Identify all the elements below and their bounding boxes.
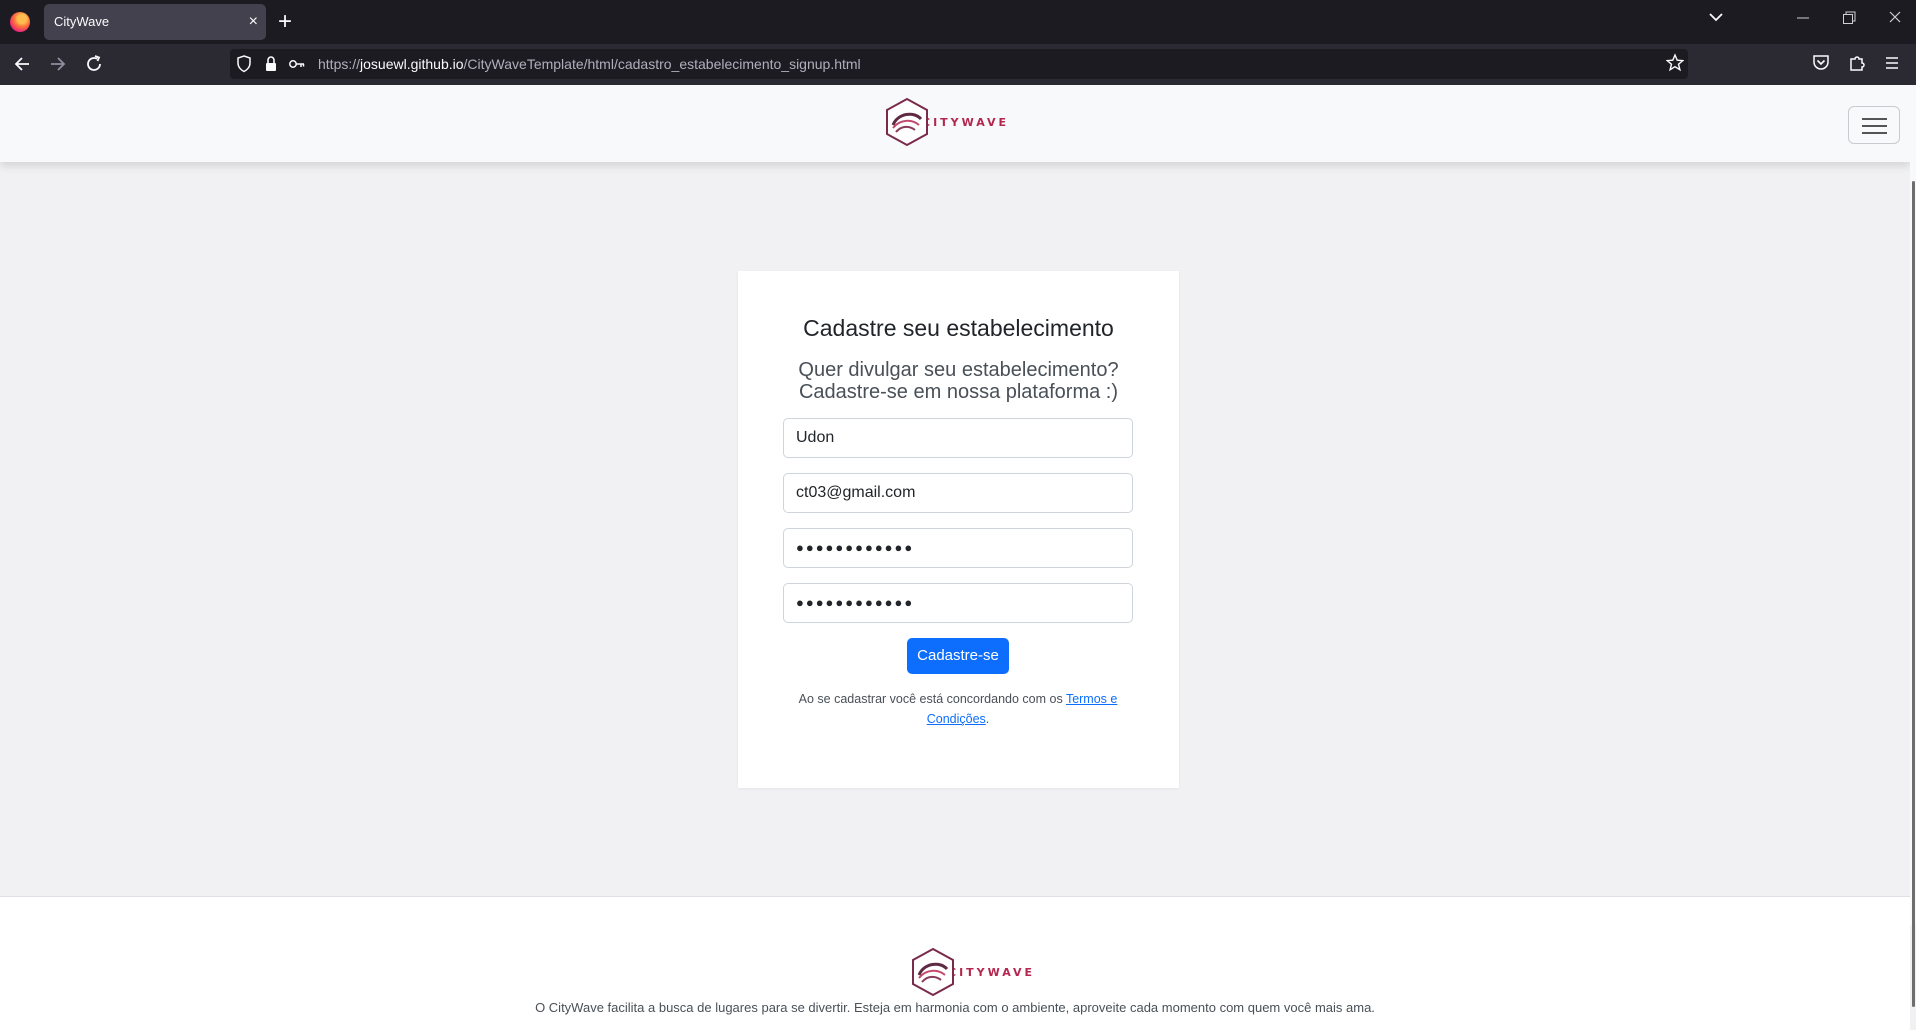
email-field[interactable]: ct03@gmail.com [783, 473, 1133, 513]
url-text[interactable]: https://josuewl.github.io/CityWaveTempla… [318, 49, 861, 79]
address-bar[interactable]: https://josuewl.github.io/CityWaveTempla… [230, 49, 1688, 79]
hamburger-line [1862, 118, 1887, 120]
site-header: CITYWAVE [0, 85, 1910, 162]
reload-icon[interactable] [80, 50, 108, 86]
footer-logo[interactable]: CITYWAVE [910, 947, 1035, 997]
terms-notice: Ao se cadastrar você está concordando co… [783, 689, 1133, 729]
browser-tab-bar: CityWave × + [0, 0, 1916, 44]
password-field[interactable]: ●●●●●●●●●●●● [783, 528, 1133, 568]
browser-tab[interactable]: CityWave × [44, 4, 266, 40]
citywave-hexagon-icon [884, 97, 930, 147]
browser-nav-bar: https://josuewl.github.io/CityWaveTempla… [0, 44, 1916, 85]
bookmark-star-icon[interactable] [1665, 52, 1685, 79]
form-subtitle-line1: Quer divulgar seu estabelecimento? [798, 359, 1119, 381]
footer-description: O CityWave facilita a busca de lugares p… [535, 1000, 1375, 1015]
back-arrow-icon[interactable] [8, 50, 36, 86]
extensions-icon[interactable] [1848, 52, 1866, 79]
confirm-password-field[interactable]: ●●●●●●●●●●●● [783, 583, 1133, 623]
app-menu-icon[interactable] [1884, 52, 1900, 79]
scrollbar-thumb[interactable] [1912, 181, 1915, 1007]
restore-icon[interactable] [1842, 8, 1856, 33]
form-subtitle: Quer divulgar seu estabelecimento? Cadas… [738, 359, 1179, 403]
tab-title: CityWave [54, 14, 110, 29]
firefox-logo-icon [10, 12, 30, 32]
minimize-icon[interactable] [1796, 8, 1810, 33]
page-scrollbar[interactable] [1910, 85, 1916, 1007]
shield-icon[interactable] [236, 53, 252, 82]
navbar-toggler-button[interactable] [1848, 106, 1900, 144]
new-tab-button[interactable]: + [278, 6, 292, 38]
hamburger-line [1862, 132, 1887, 134]
form-subtitle-line2: Cadastre-se em nossa plataforma :) [798, 381, 1119, 403]
hamburger-line [1862, 125, 1887, 127]
url-host: josuewl.github.io [360, 56, 464, 72]
logo-wordmark: CITYWAVE [948, 965, 1036, 979]
forward-arrow-icon[interactable] [44, 50, 72, 86]
name-field[interactable]: Udon [783, 418, 1133, 458]
form-title: Cadastre seu estabelecimento [803, 315, 1114, 341]
terms-prefix: Ao se cadastrar você está concordando co… [798, 692, 1066, 706]
key-icon[interactable] [288, 53, 306, 82]
signup-button[interactable]: Cadastre-se [907, 638, 1009, 674]
terms-suffix: . [985, 712, 990, 726]
lock-icon[interactable] [264, 53, 278, 82]
close-window-icon[interactable] [1888, 8, 1902, 33]
site-footer: CITYWAVE O CityWave facilita a busca de … [0, 896, 1910, 1030]
citywave-hexagon-icon [910, 947, 956, 997]
pocket-icon[interactable] [1812, 52, 1830, 79]
logo-wordmark: CITYWAVE [922, 115, 1010, 129]
header-logo[interactable]: CITYWAVE [884, 97, 1009, 147]
tab-close-icon[interactable]: × [249, 4, 258, 40]
url-prefix: https:// [318, 56, 361, 72]
tab-list-chevron-icon[interactable] [1708, 10, 1724, 28]
signup-card: Cadastre seu estabelecimento Quer divulg… [738, 271, 1179, 788]
url-path: /CityWaveTemplate/html/cadastro_estabele… [463, 56, 861, 72]
